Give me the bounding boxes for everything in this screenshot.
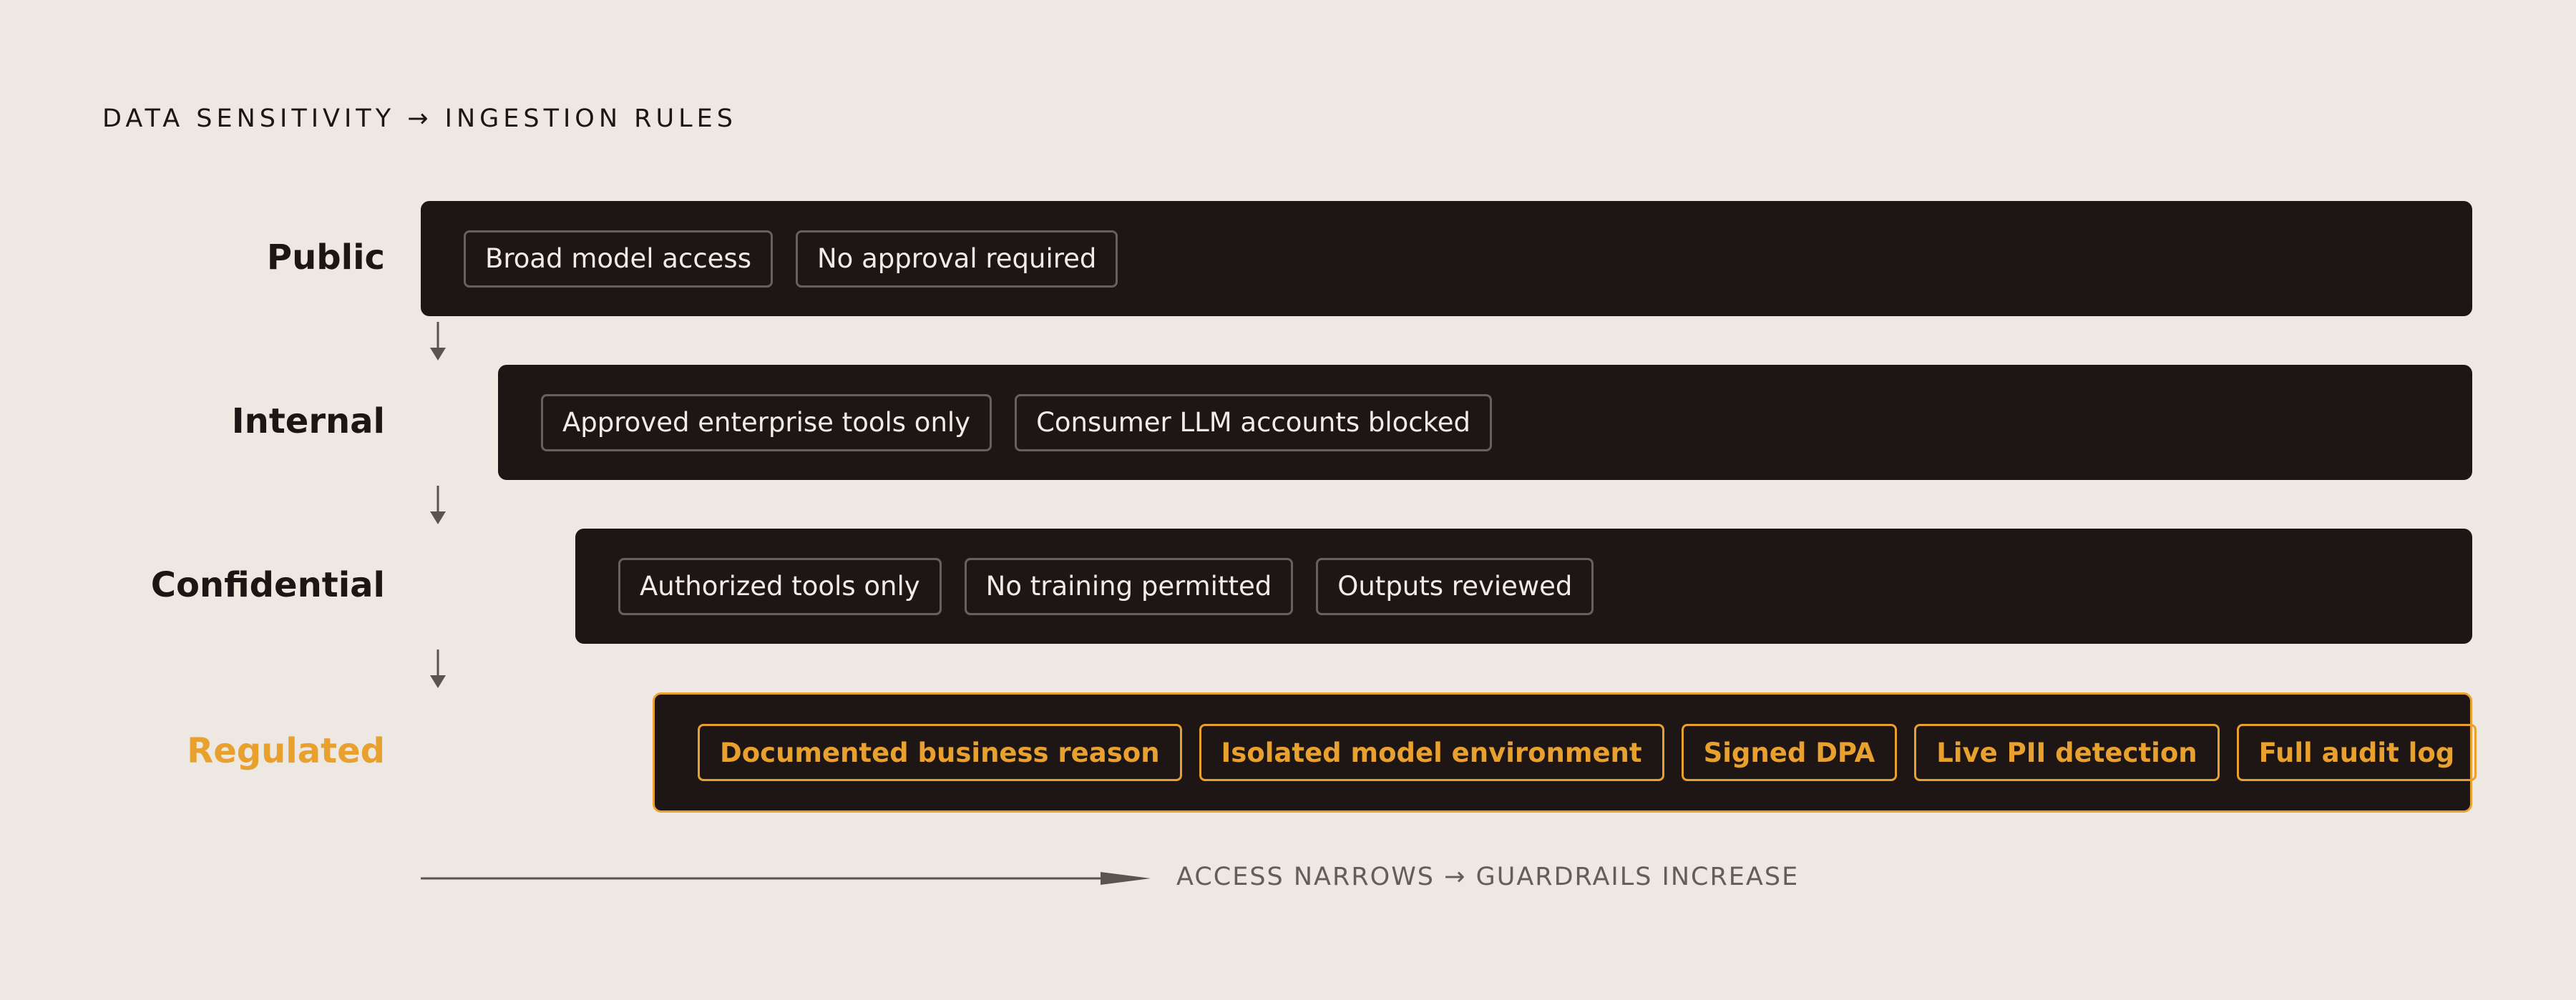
diagram-title: DATA SENSITIVITY → INGESTION RULES [102, 104, 737, 133]
rule-chip: Broad model access [464, 230, 773, 288]
rule-chip: Signed DPA [1681, 724, 1898, 781]
rule-chip: Authorized tools only [618, 557, 942, 615]
rule-chip: Consumer LLM accounts blocked [1015, 393, 1492, 451]
rule-chip: Full audit log [2236, 724, 2477, 781]
rule-chip: Live PII detection [1914, 724, 2220, 781]
rule-chip: No training permitted [964, 557, 1294, 615]
rule-chip: Isolated model environment [1199, 724, 1664, 781]
tier-label-confidential: Confidential [150, 565, 385, 605]
tier-label-regulated: Regulated [187, 731, 385, 771]
arrow-right-icon [421, 872, 1151, 885]
arrow-down-icon [430, 649, 446, 688]
tier-band-public: Broad model access No approval required [421, 201, 2472, 316]
rule-chip: Outputs reviewed [1316, 557, 1594, 615]
footer-caption: ACCESS NARROWS → GUARDRAILS INCREASE [1176, 863, 1800, 891]
arrow-down-icon [430, 322, 446, 361]
rule-chip: Approved enterprise tools only [541, 393, 992, 451]
arrow-down-icon [430, 486, 446, 524]
tier-band-internal: Approved enterprise tools only Consumer … [498, 365, 2472, 480]
rule-chip: No approval required [796, 230, 1118, 288]
tier-label-internal: Internal [231, 401, 385, 441]
rule-chip: Documented business reason [698, 724, 1182, 781]
tier-band-regulated: Documented business reason Isolated mode… [653, 692, 2477, 813]
tier-band-confidential: Authorized tools only No training permit… [575, 529, 2472, 644]
tier-label-public: Public [266, 237, 385, 278]
